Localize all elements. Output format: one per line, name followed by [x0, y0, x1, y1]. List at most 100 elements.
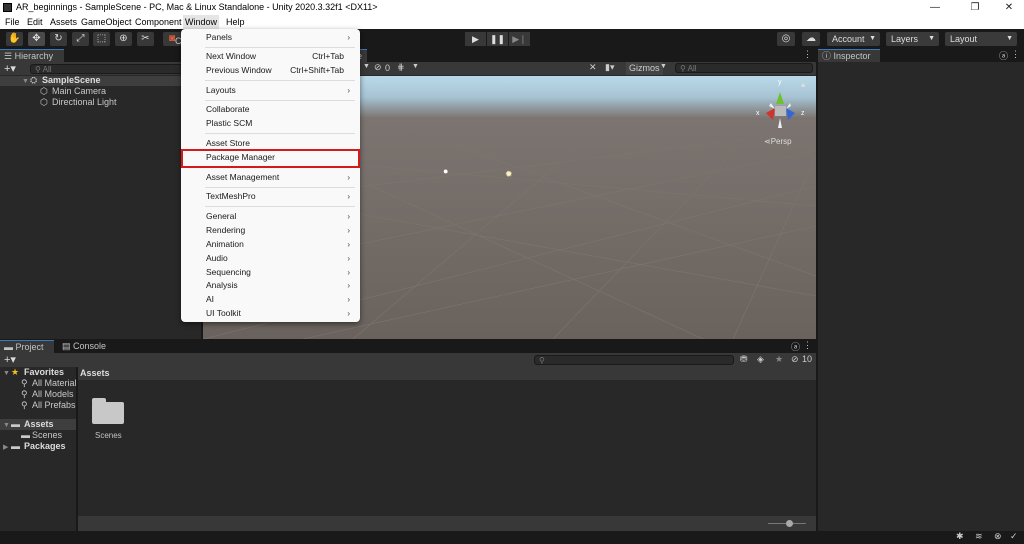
menu-assets[interactable]: Assets	[48, 15, 79, 29]
rect-tool-icon[interactable]: ⬚	[93, 32, 110, 46]
console-icon: ▤	[62, 341, 74, 351]
transform-tool-icon[interactable]: ⊕	[115, 32, 132, 46]
check-icon[interactable]: ✓	[1010, 531, 1018, 542]
panel-menu-icon[interactable]: ⋮	[803, 340, 812, 351]
layout-label: Layout	[950, 34, 978, 44]
packages-tree-item[interactable]: Packages	[24, 441, 66, 452]
search-by-label-icon[interactable]: ◈	[757, 354, 764, 365]
menu-item-plastic-scm[interactable]: Plastic SCM	[181, 117, 360, 130]
account-dropdown[interactable]: Account ▼	[827, 32, 880, 46]
panel-menu-icon[interactable]: ⋮	[803, 49, 812, 60]
scene-search-input[interactable]: ⚲ All	[675, 63, 813, 73]
orientation-gizmo[interactable]	[753, 82, 808, 137]
scale-tool-icon[interactable]: ⤢	[72, 32, 89, 46]
menu-item-panels[interactable]: Panels ›	[181, 31, 360, 44]
search-by-type-icon[interactable]: ⛃	[740, 354, 748, 365]
chevron-down-icon[interactable]: ▼	[660, 63, 667, 70]
camera-gizmo-icon[interactable]: ●	[443, 166, 448, 176]
pause-button[interactable]: ❚❚	[487, 32, 508, 46]
tools-icon[interactable]: ✕	[589, 62, 597, 73]
hidden-objects-icon[interactable]: ⊘	[374, 62, 382, 73]
auto-gen-lighting-icon[interactable]: ⊗	[994, 531, 1002, 542]
menu-window[interactable]: Window	[183, 15, 220, 29]
hierarchy-search-input[interactable]: ⚲ All	[30, 64, 198, 74]
close-button[interactable]: ✕	[994, 0, 1024, 15]
favorite-item[interactable]: All Models	[32, 389, 74, 400]
menu-item-ai[interactable]: AI ›	[181, 293, 360, 306]
menu-item-general[interactable]: General ›	[181, 210, 360, 223]
maximize-button[interactable]: ❐	[960, 0, 990, 15]
menu-item-package-manager[interactable]: Package Manager	[181, 149, 360, 168]
layers-dropdown[interactable]: Layers ▼	[886, 32, 939, 46]
step-button[interactable]: ▶❘	[509, 32, 530, 46]
scenes-tree-item[interactable]: Scenes	[32, 430, 62, 441]
menu-item-sequencing[interactable]: Sequencing ›	[181, 266, 360, 279]
chevron-right-icon: ›	[347, 268, 350, 277]
menu-separator	[205, 133, 355, 134]
lock-icon[interactable]: ⓐ	[791, 340, 800, 353]
menu-help[interactable]: Help	[224, 15, 247, 29]
chevron-down-icon[interactable]: ▼	[412, 63, 419, 70]
menu-gameobject[interactable]: GameObject	[79, 15, 134, 29]
hidden-packages-icon[interactable]: ⊘	[791, 354, 799, 365]
gizmos-dropdown[interactable]: Gizmos	[626, 62, 663, 75]
menu-edit[interactable]: Edit	[25, 15, 45, 29]
expand-arrow-icon[interactable]: ▼	[3, 420, 10, 431]
hierarchy-item[interactable]: ⬡ Directional Light	[0, 97, 201, 108]
minimize-button[interactable]: —	[920, 0, 950, 15]
favorite-item[interactable]: All Materials	[32, 378, 76, 389]
menu-item-layouts[interactable]: Layouts ›	[181, 84, 360, 97]
grid-snap-icon[interactable]: ⋕	[397, 62, 405, 73]
chevron-down-icon[interactable]: ▼	[363, 63, 370, 70]
move-tool-icon[interactable]: ✥	[28, 32, 45, 46]
asset-item-scenes[interactable]: Scenes	[92, 398, 124, 440]
tab-console[interactable]: ▤ Console	[58, 340, 108, 353]
collab-icon[interactable]: ◎	[777, 32, 795, 46]
menu-item-audio[interactable]: Audio ›	[181, 252, 360, 265]
hierarchy-item[interactable]: ⬡ Main Camera	[0, 86, 201, 97]
light-gizmo-icon[interactable]: ✹	[505, 169, 513, 180]
menu-item-asset-management[interactable]: Asset Management ›	[181, 171, 360, 184]
camera-icon[interactable]: ▮▾	[605, 62, 614, 73]
menu-component[interactable]: Component	[133, 15, 184, 29]
project-search-input[interactable]: ⚲	[534, 355, 734, 365]
tab-inspector[interactable]: ⓘ Inspector	[818, 49, 880, 62]
panel-menu-icon[interactable]: ⋮	[1011, 49, 1020, 60]
custom-tool-icon[interactable]: ✂	[137, 32, 154, 46]
scene-row[interactable]: ▼ ⛭ SampleScene	[0, 75, 201, 86]
breadcrumb-assets[interactable]: Assets	[80, 368, 110, 378]
layout-dropdown[interactable]: Layout ▼	[945, 32, 1017, 46]
add-object-button[interactable]: +▾	[4, 62, 16, 75]
tab-hierarchy[interactable]: ☰ Hierarchy	[0, 49, 64, 62]
rotate-tool-icon[interactable]: ↻	[50, 32, 67, 46]
menu-item-rendering[interactable]: Rendering ›	[181, 224, 360, 237]
favorites-label[interactable]: Favorites	[24, 367, 64, 378]
cache-icon[interactable]: ≋	[975, 531, 983, 542]
menu-separator	[205, 206, 355, 207]
create-asset-button[interactable]: +▾	[4, 353, 16, 366]
collapse-arrow-icon[interactable]: ▶	[3, 442, 8, 453]
menu-item-textmeshpro[interactable]: TextMeshPro ›	[181, 190, 360, 203]
favorite-item[interactable]: All Prefabs	[32, 400, 76, 411]
expand-arrow-icon[interactable]: ▼	[3, 368, 10, 379]
chevron-right-icon: ›	[347, 309, 350, 318]
lock-icon[interactable]: ⓐ	[999, 49, 1008, 62]
play-button[interactable]: ▶	[465, 32, 486, 46]
cloud-icon[interactable]: ☁	[802, 32, 820, 46]
menu-item-previous-window[interactable]: Previous Window Ctrl+Shift+Tab	[181, 64, 360, 77]
hand-tool-icon[interactable]: ✋	[6, 32, 23, 46]
menu-item-analysis[interactable]: Analysis ›	[181, 279, 360, 292]
menu-item-next-window[interactable]: Next Window Ctrl+Tab	[181, 50, 360, 63]
menu-file[interactable]: File	[3, 15, 22, 29]
debug-icon[interactable]: ✱	[956, 531, 964, 542]
slider-handle[interactable]	[786, 520, 793, 527]
lock-icon[interactable]: 🔒︎	[801, 80, 805, 90]
menu-item-animation[interactable]: Animation ›	[181, 238, 360, 251]
assets-tree-item[interactable]: ▼ ▬ Assets	[0, 419, 76, 430]
menu-item-ui-toolkit[interactable]: UI Toolkit ›	[181, 307, 360, 320]
menu-item-collaborate[interactable]: Collaborate	[181, 103, 360, 116]
tab-project[interactable]: ▬ Project	[0, 340, 54, 353]
menu-item-asset-store[interactable]: Asset Store	[181, 137, 360, 150]
favorites-star-icon[interactable]: ★	[775, 354, 783, 365]
projection-toggle[interactable]: ⋖Persp	[764, 137, 792, 146]
